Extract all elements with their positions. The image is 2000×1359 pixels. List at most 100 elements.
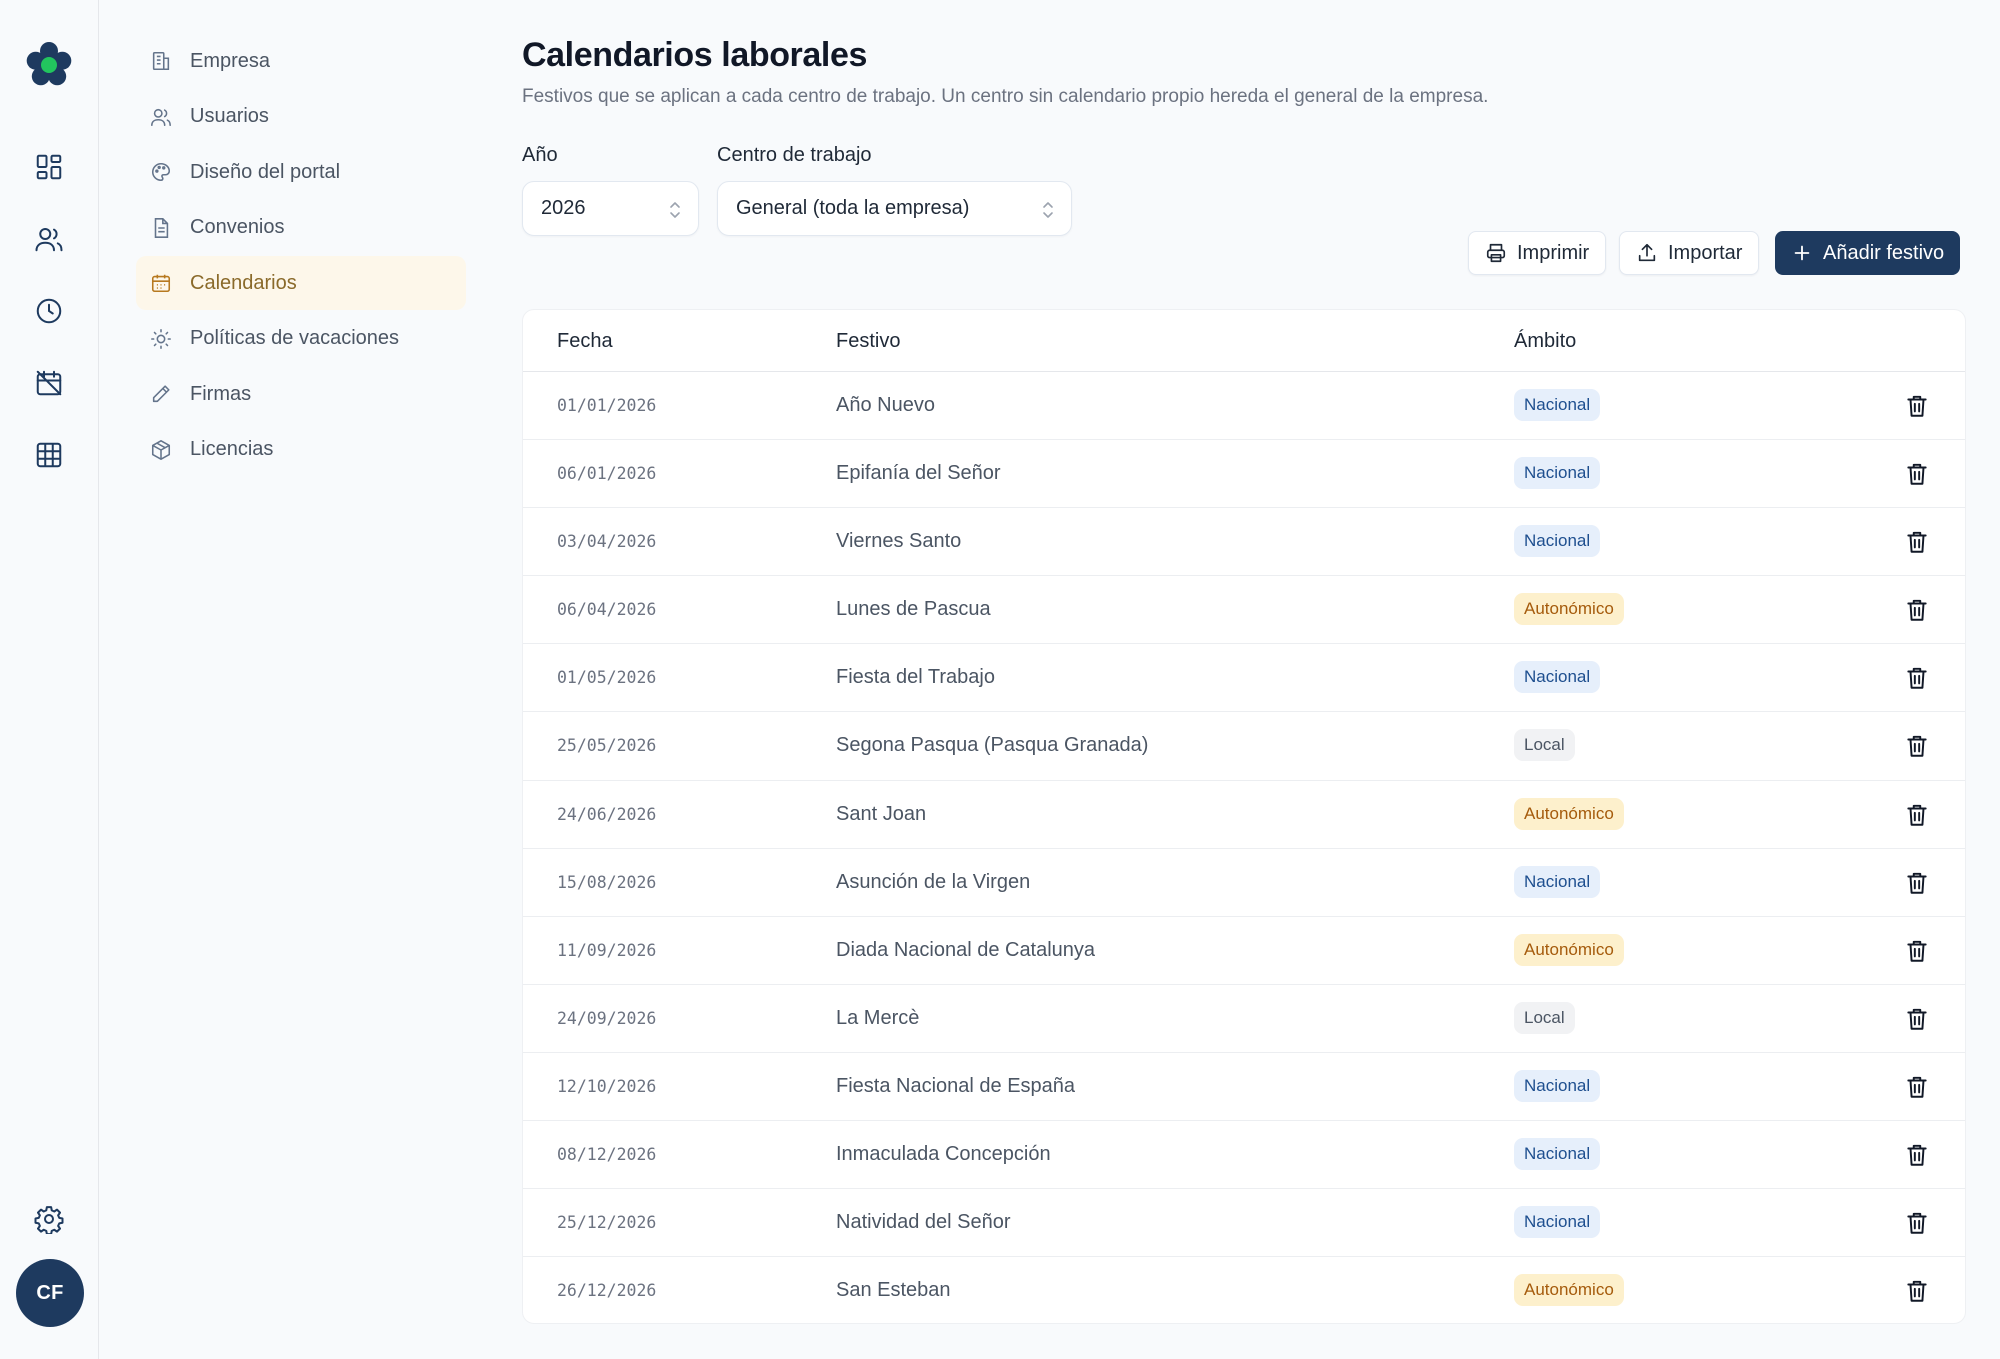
table-row: 08/12/2026 Inmaculada Concepción Nacional bbox=[523, 1121, 1965, 1190]
holiday-name: Sant Joan bbox=[836, 802, 927, 825]
holiday-date: 25/12/2026 bbox=[557, 1213, 657, 1233]
table-row: 24/09/2026 La Mercè Local bbox=[523, 985, 1965, 1053]
holiday-date: 03/04/2026 bbox=[557, 532, 657, 552]
holiday-date: 06/01/2026 bbox=[557, 464, 657, 484]
nav-item-calendarios[interactable]: Calendarios bbox=[136, 256, 466, 310]
scope-badge: Autonómico bbox=[1514, 593, 1624, 626]
building-icon bbox=[150, 50, 172, 72]
nav-item-convenios[interactable]: Convenios bbox=[136, 201, 466, 255]
scope-badge: Nacional bbox=[1514, 389, 1601, 421]
holiday-name: Natividad del Señor bbox=[836, 1211, 1011, 1234]
plus-icon bbox=[1791, 242, 1813, 264]
holiday-name: Inmaculada Concepción bbox=[836, 1143, 1051, 1166]
holiday-date: 24/09/2026 bbox=[557, 1008, 657, 1028]
delete-trash-icon[interactable] bbox=[1904, 938, 1930, 964]
calendar-off-icon[interactable] bbox=[29, 363, 69, 403]
page-title: Calendarios laborales bbox=[522, 36, 867, 74]
page-subtitle: Festivos que se aplican a cada centro de… bbox=[522, 86, 1489, 107]
year-label: Año bbox=[522, 144, 558, 166]
scope-badge: Nacional bbox=[1514, 457, 1601, 490]
delete-trash-icon[interactable] bbox=[1904, 802, 1930, 828]
delete-trash-icon[interactable] bbox=[1904, 1006, 1930, 1032]
printer-icon bbox=[1485, 242, 1507, 264]
delete-trash-icon[interactable] bbox=[1904, 1074, 1930, 1100]
holiday-name: La Mercè bbox=[836, 1006, 920, 1029]
holiday-date: 12/10/2026 bbox=[557, 1076, 657, 1096]
holiday-name: Asunción de la Virgen bbox=[836, 870, 1031, 893]
dashboard-icon[interactable] bbox=[29, 147, 69, 187]
holiday-date: 06/04/2026 bbox=[557, 600, 657, 620]
nav-label: Políticas de vacaciones bbox=[190, 327, 400, 349]
delete-trash-icon[interactable] bbox=[1904, 1278, 1930, 1304]
nav-item-usuarios[interactable]: Usuarios bbox=[136, 90, 466, 144]
holiday-date: 24/06/2026 bbox=[557, 804, 657, 824]
delete-trash-icon[interactable] bbox=[1904, 870, 1930, 896]
scope-badge: Nacional bbox=[1514, 525, 1601, 558]
delete-trash-icon[interactable] bbox=[1904, 733, 1930, 759]
nav-item-firmas[interactable]: Firmas bbox=[136, 367, 466, 421]
sun-icon bbox=[150, 328, 172, 350]
scope-badge: Nacional bbox=[1514, 1069, 1601, 1102]
flower-logo-icon[interactable] bbox=[24, 40, 74, 90]
table-row: 06/01/2026 Epifanía del Señor Nacional bbox=[523, 440, 1965, 509]
delete-trash-icon[interactable] bbox=[1904, 665, 1930, 691]
table-row: 01/05/2026 Fiesta del Trabajo Nacional bbox=[523, 644, 1965, 713]
holiday-name: Viernes Santo bbox=[836, 530, 962, 553]
holidays-table: Fecha Festivo Ámbito 01/01/2026 Año Nuevo… bbox=[522, 309, 1966, 1324]
table-row: 24/06/2026 Sant Joan Autonómico bbox=[523, 781, 1965, 849]
table-row: 26/12/2026 San Esteban Autonómico bbox=[523, 1257, 1965, 1323]
holiday-date: 25/05/2026 bbox=[557, 736, 657, 756]
print-label: Imprimir bbox=[1517, 241, 1590, 264]
import-button[interactable]: Importar bbox=[1619, 231, 1760, 275]
nav-item-politicas-vacaciones[interactable]: Políticas de vacaciones bbox=[136, 312, 466, 366]
holiday-name: San Esteban bbox=[836, 1279, 951, 1302]
table-row: 25/05/2026 Segona Pasqua (Pasqua Granada)… bbox=[523, 712, 1965, 781]
holiday-name: Año Nuevo bbox=[836, 394, 935, 416]
holiday-name: Segona Pasqua (Pasqua Granada) bbox=[836, 734, 1149, 757]
table-header: Fecha Festivo Ámbito bbox=[523, 310, 1965, 372]
scope-badge: Nacional bbox=[1514, 661, 1601, 694]
clock-icon[interactable] bbox=[29, 291, 69, 331]
delete-trash-icon[interactable] bbox=[1904, 461, 1930, 487]
nav-item-empresa[interactable]: Empresa bbox=[136, 34, 466, 88]
print-button[interactable]: Imprimir bbox=[1468, 231, 1607, 275]
year-value: 2026 bbox=[541, 197, 586, 219]
nav-label: Usuarios bbox=[190, 105, 269, 127]
delete-trash-icon[interactable] bbox=[1904, 597, 1930, 623]
table-row: 15/08/2026 Asunción de la Virgen Nacional bbox=[523, 849, 1965, 917]
nav-item-licencias[interactable]: Licencias bbox=[136, 423, 466, 477]
user-avatar[interactable]: CF bbox=[16, 1259, 84, 1327]
holiday-name: Fiesta del Trabajo bbox=[836, 666, 995, 689]
users-icon bbox=[150, 106, 172, 128]
delete-trash-icon[interactable] bbox=[1904, 529, 1930, 555]
chevron-up-down-icon bbox=[1041, 200, 1055, 220]
add-holiday-button[interactable]: Añadir festivo bbox=[1775, 231, 1961, 275]
table-body: 01/01/2026 Año Nuevo Nacional 06/01/2026 Epi… bbox=[523, 372, 1965, 1323]
people-icon[interactable] bbox=[29, 219, 69, 259]
scope-badge: Autonómico bbox=[1514, 797, 1624, 830]
holiday-date: 26/12/2026 bbox=[557, 1281, 657, 1301]
icon-rail: CF bbox=[0, 0, 99, 1359]
settings-gear-icon[interactable] bbox=[29, 1199, 69, 1239]
add-holiday-label: Añadir festivo bbox=[1823, 241, 1945, 264]
nav-label: Licencias bbox=[190, 438, 274, 460]
holiday-date: 01/01/2026 bbox=[557, 396, 657, 415]
holiday-name: Fiesta Nacional de España bbox=[836, 1074, 1076, 1097]
table-row: 11/09/2026 Diada Nacional de Catalunya Aut… bbox=[523, 917, 1965, 985]
table-grid-icon[interactable] bbox=[29, 435, 69, 475]
holiday-name: Lunes de Pascua bbox=[836, 598, 991, 621]
work-center-label: Centro de trabajo bbox=[717, 144, 872, 166]
table-row: 01/01/2026 Año Nuevo Nacional bbox=[523, 372, 1965, 441]
delete-trash-icon[interactable] bbox=[1904, 1210, 1930, 1236]
work-center-select[interactable]: General (toda la empresa) bbox=[717, 181, 1072, 236]
nav-label: Calendarios bbox=[190, 271, 297, 294]
holiday-date: 08/12/2026 bbox=[557, 1145, 657, 1165]
delete-trash-icon[interactable] bbox=[1904, 393, 1930, 419]
nav-item-diseno-portal[interactable]: Diseño del portal bbox=[136, 145, 466, 199]
delete-trash-icon[interactable] bbox=[1904, 1142, 1930, 1168]
column-header-ambito: Ámbito bbox=[1514, 330, 1577, 352]
column-header-fecha: Fecha bbox=[557, 330, 613, 352]
scope-badge: Local bbox=[1514, 729, 1575, 762]
year-select[interactable]: 2026 bbox=[522, 181, 699, 236]
palette-icon bbox=[150, 161, 172, 183]
